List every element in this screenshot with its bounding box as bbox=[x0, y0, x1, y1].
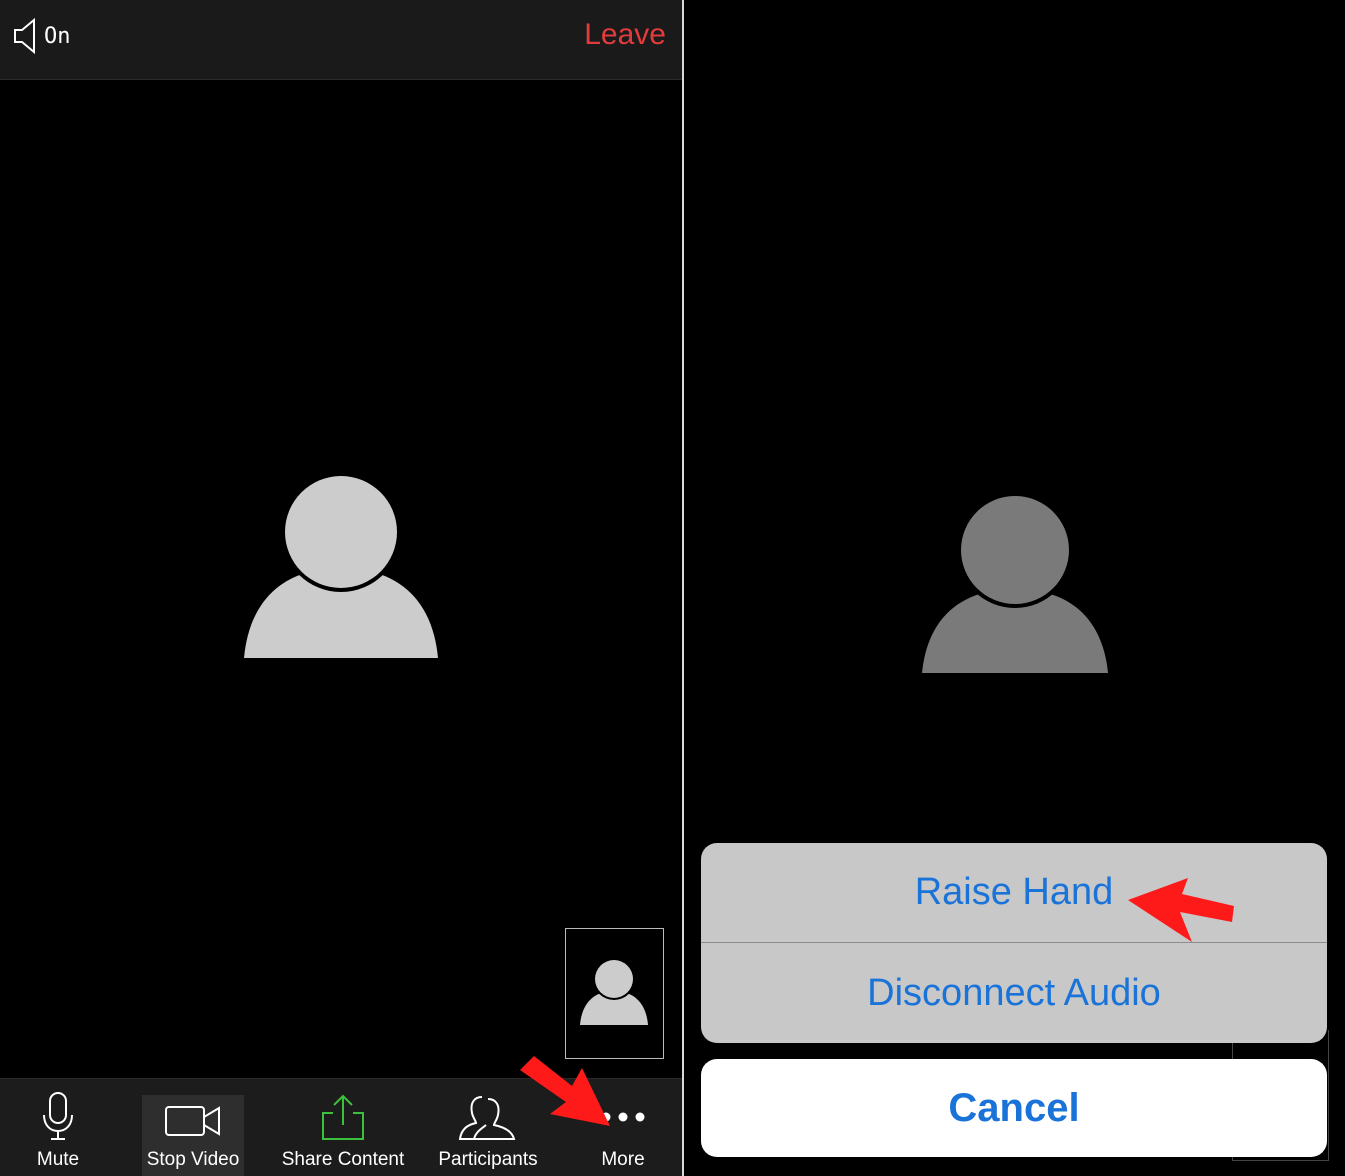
self-view-thumbnail[interactable] bbox=[565, 928, 664, 1059]
share-content-button[interactable]: Share Content bbox=[276, 1079, 410, 1176]
share-upload-icon bbox=[322, 1094, 364, 1140]
microphone-icon bbox=[43, 1092, 73, 1140]
action-sheet: Raise Hand Disconnect Audio bbox=[701, 843, 1327, 1043]
video-camera-icon bbox=[165, 1106, 220, 1136]
mute-label: Mute bbox=[36, 1149, 80, 1170]
meeting-screen-left: On Leave Mute Stop Video Share Content P… bbox=[0, 0, 682, 1176]
top-bar: On Leave bbox=[0, 0, 682, 80]
mute-button[interactable]: Mute bbox=[8, 1079, 108, 1176]
more-label: More bbox=[601, 1149, 645, 1170]
speaker-status: On bbox=[44, 24, 71, 49]
participant-avatar-dimmed-icon bbox=[922, 495, 1108, 673]
stop-video-button[interactable]: Stop Video bbox=[142, 1095, 244, 1176]
cancel-button[interactable]: Cancel bbox=[701, 1059, 1327, 1157]
raise-hand-option[interactable]: Raise Hand bbox=[701, 843, 1327, 943]
stop-video-label: Stop Video bbox=[146, 1149, 240, 1170]
more-dots-icon bbox=[601, 1112, 645, 1122]
participant-avatar-icon bbox=[244, 474, 438, 658]
meeting-toolbar: Mute Stop Video Share Content Participan… bbox=[0, 1078, 682, 1176]
speaker-icon[interactable] bbox=[12, 16, 42, 56]
more-button[interactable]: More bbox=[582, 1079, 664, 1176]
self-avatar-icon bbox=[580, 959, 648, 1025]
leave-button[interactable]: Leave bbox=[584, 18, 666, 52]
participants-button[interactable]: Participants bbox=[430, 1079, 546, 1176]
participants-label: Participants bbox=[438, 1149, 538, 1170]
meeting-screen-right: Raise Hand Disconnect Audio Cancel bbox=[684, 0, 1345, 1176]
share-content-label: Share Content bbox=[281, 1149, 405, 1170]
disconnect-audio-option[interactable]: Disconnect Audio bbox=[701, 944, 1327, 1043]
participants-icon bbox=[458, 1096, 516, 1140]
